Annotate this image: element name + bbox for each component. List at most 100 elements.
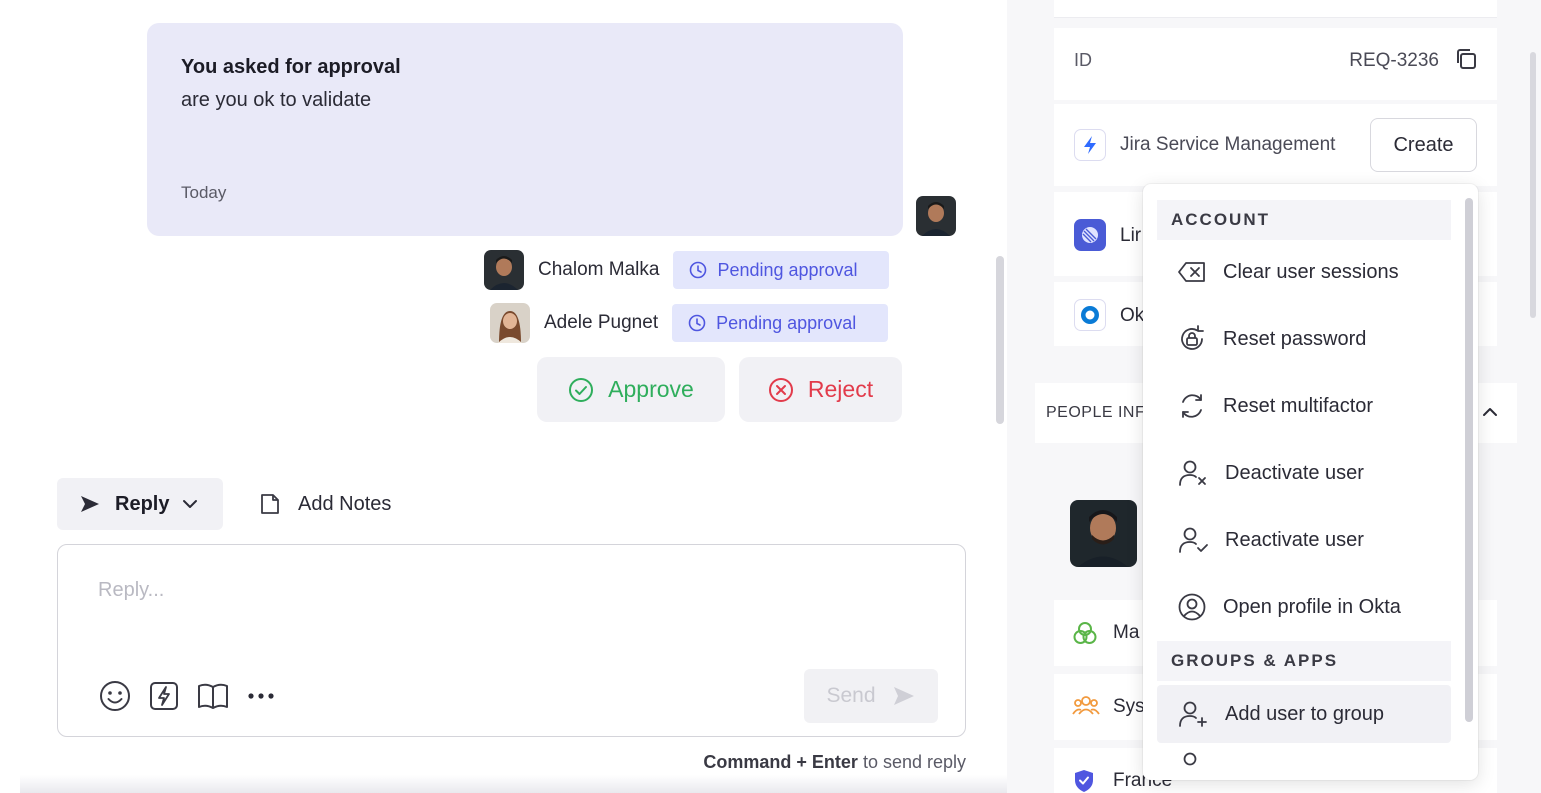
menu-item-label: Deactivate user: [1225, 461, 1364, 484]
emoji-button[interactable]: [98, 679, 132, 713]
more-icon: [248, 693, 274, 699]
emoji-icon: [100, 681, 130, 711]
user-circle-icon: [1178, 593, 1206, 621]
linear-icon: [1074, 219, 1106, 251]
more-options-button[interactable]: [246, 691, 276, 701]
create-jira-button[interactable]: Create: [1370, 118, 1477, 172]
shortcut-text: to send reply: [857, 752, 966, 772]
conversation-pane: You asked for approval are you ok to val…: [0, 0, 1007, 793]
clock-icon: [690, 261, 707, 279]
menu-item-open-okta-profile[interactable]: Open profile in Okta: [1157, 578, 1451, 636]
chevron-up-icon[interactable]: [1481, 403, 1499, 421]
menu-item-add-user-to-group[interactable]: Add user to group: [1157, 685, 1451, 743]
menu-item-label: Add user to group: [1225, 702, 1384, 725]
approve-button[interactable]: Approve: [537, 357, 725, 422]
copy-icon: [1457, 49, 1476, 69]
send-icon: [893, 687, 914, 705]
menu-item-label: Reset multifactor: [1223, 394, 1374, 417]
profile-avatar: [1070, 500, 1137, 567]
add-notes-tab[interactable]: Add Notes: [258, 478, 391, 530]
note-icon: [261, 494, 279, 514]
details-card-top: [1054, 0, 1497, 18]
menu-section-groups: GROUPS & APPS: [1157, 641, 1451, 681]
menu-item-reset-password[interactable]: Reset password: [1157, 310, 1451, 368]
avatar: [484, 250, 524, 290]
send-button-label: Send: [826, 684, 876, 707]
chevron-down-icon[interactable]: [181, 495, 199, 513]
sidebar-scrollbar[interactable]: [1530, 52, 1536, 318]
send-shortcut-hint: Command + Enter to send reply: [703, 752, 966, 773]
conversation-scrollbar[interactable]: [996, 256, 1004, 424]
user-x-icon: [1179, 460, 1206, 486]
users-icon: [1072, 696, 1100, 715]
menu-item-reactivate-user[interactable]: Reactivate user: [1157, 511, 1451, 569]
id-label: ID: [1074, 50, 1092, 70]
check-circle-icon: [569, 377, 594, 402]
approve-button-label: Approve: [608, 376, 694, 402]
shortcut-keys: Command + Enter: [703, 752, 858, 772]
user-icon: [1183, 752, 1197, 766]
jira-icon: [1074, 129, 1106, 161]
info-row-label: Ma: [1113, 622, 1140, 643]
request-id: REQ-3236: [1349, 50, 1439, 71]
menu-item-label: Open profile in Okta: [1223, 595, 1401, 618]
reject-button[interactable]: Reject: [739, 357, 902, 422]
menu-item-partial[interactable]: [1157, 750, 1451, 780]
approver-row: Adele Pugnet Pending approval: [490, 303, 889, 343]
knowledge-base-button[interactable]: [196, 680, 230, 712]
approver-name: Chalom Malka: [538, 259, 660, 280]
reset-password-icon: [1181, 325, 1204, 350]
message-timestamp: Today: [181, 183, 227, 202]
reject-button-label: Reject: [807, 376, 874, 402]
user-plus-icon: [1179, 701, 1207, 727]
refresh-icon: [1182, 394, 1202, 418]
copy-id-button[interactable]: [1453, 46, 1479, 77]
okta-icon: [1074, 299, 1106, 331]
pane-bottom-edge: [20, 775, 1007, 793]
menu-item-label: Reactivate user: [1225, 528, 1364, 551]
add-notes-label: Add Notes: [298, 492, 392, 515]
status-badge: Pending approval: [672, 304, 889, 342]
jira-name: Jira Service Management: [1120, 134, 1336, 155]
lightning-icon: [150, 682, 178, 710]
okta-name: Ok: [1120, 305, 1145, 326]
status-badge-label: Pending approval: [716, 312, 857, 333]
x-circle-icon: [768, 377, 793, 402]
linear-name: Lir: [1120, 225, 1142, 246]
reply-tab-label: Reply: [115, 492, 170, 515]
send-button[interactable]: Send: [804, 669, 938, 723]
info-row-label: Sys: [1113, 696, 1145, 717]
book-icon: [198, 683, 228, 709]
approver-row: Chalom Malka Pending approval: [484, 250, 890, 290]
id-row: ID REQ-3236: [1054, 28, 1497, 100]
user-check-icon: [1179, 527, 1208, 553]
menu-scrollbar[interactable]: [1465, 198, 1473, 722]
reply-input[interactable]: [98, 579, 798, 602]
jira-integration-row: Jira Service Management Create: [1054, 104, 1497, 186]
avatar: [490, 303, 530, 343]
approval-message-title: You asked for approval: [181, 56, 401, 78]
menu-item-label: Reset password: [1223, 327, 1367, 350]
shortcuts-button[interactable]: [148, 680, 180, 712]
status-badge-label: Pending approval: [717, 259, 858, 280]
composer-toolbar: [98, 679, 292, 713]
clock-icon: [688, 314, 706, 332]
shield-check-icon: [1075, 770, 1093, 792]
reply-composer: Send: [57, 544, 966, 737]
menu-item-deactivate-user[interactable]: Deactivate user: [1157, 444, 1451, 502]
user-actions-menu: ACCOUNT Clear user sessions Reset passwo…: [1143, 184, 1478, 780]
people-info-title: PEOPLE INF: [1046, 404, 1146, 421]
circles-icon: [1073, 622, 1097, 644]
menu-section-account: ACCOUNT: [1157, 200, 1451, 240]
approval-message-body: are you ok to validate: [181, 89, 372, 111]
menu-item-label: Clear user sessions: [1223, 260, 1399, 283]
menu-item-clear-sessions[interactable]: Clear user sessions: [1157, 243, 1451, 301]
menu-item-reset-multifactor[interactable]: Reset multifactor: [1157, 377, 1451, 435]
clear-sessions-icon: [1178, 262, 1205, 282]
sender-avatar: [916, 196, 956, 236]
reply-tab[interactable]: Reply: [57, 478, 223, 530]
status-badge: Pending approval: [673, 251, 890, 289]
send-icon: [81, 496, 99, 512]
approval-message-bubble: You asked for approval are you ok to val…: [147, 23, 903, 236]
approver-name: Adele Pugnet: [544, 312, 659, 333]
